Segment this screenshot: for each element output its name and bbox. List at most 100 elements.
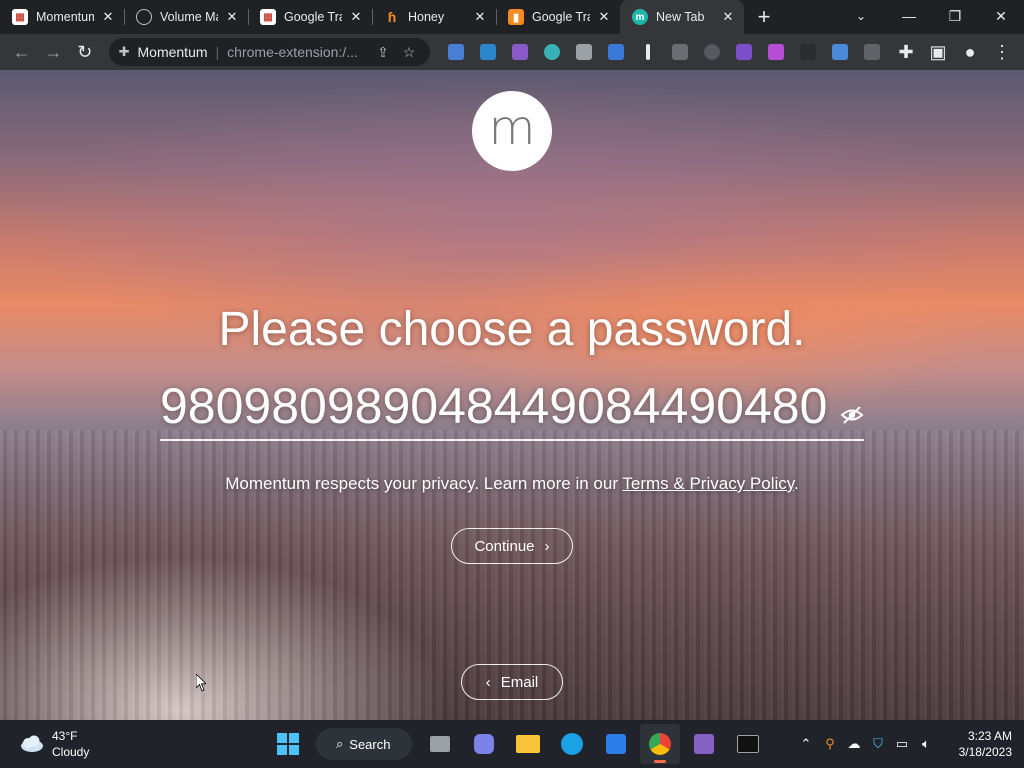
chrome-icon[interactable] [640,724,680,764]
tab-title: Volume Ma [160,10,218,24]
translate-extension-icon[interactable] [442,38,470,66]
slides-favicon-icon: ▮ [508,9,524,25]
clock-time: 3:23 AM [967,729,1012,743]
visual-studio-icon[interactable] [684,724,724,764]
momentum-favicon-icon: m [632,9,648,25]
tab-close-icon[interactable]: ✕ [720,9,736,25]
site-name: Momentum [137,44,208,60]
search-icon: ⌕ [336,736,344,751]
share-icon[interactable]: ⇪ [370,44,396,61]
reload-button[interactable]: ↻ [69,36,101,68]
extension-icon[interactable] [474,38,502,66]
search-app-icon[interactable]: ⚲ [818,736,842,752]
tab-close-icon[interactable]: ✕ [596,9,612,25]
new-tab-button[interactable]: + [744,0,784,34]
url-text: chrome-extension:/... [227,44,358,60]
cloud-icon [21,735,43,752]
browser-tab-active[interactable]: m New Tab ✕ [620,0,744,34]
privacy-policy-link[interactable]: Terms & Privacy Policy [622,474,794,493]
weather-condition: Cloudy [52,745,90,759]
tab-title: Google Tra [284,10,342,24]
privacy-text: Momentum respects your privacy. Learn mo… [225,474,618,493]
tab-title: Momentum [36,10,94,24]
windows-taskbar: 43°F Cloudy ⌕ Search ⌃ ⚲ ☁ ⛉ ▭ 🔈︎ 3:23 A… [0,720,1024,768]
password-input[interactable] [160,375,830,437]
back-to-email-button[interactable]: ‹ Email [461,664,563,700]
clock-date: 3/18/2023 [958,745,1012,759]
minimize-button[interactable]: — [886,0,932,32]
volume-icon[interactable]: 🔈︎ [914,736,938,752]
translate-favicon-icon: ▦ [260,9,276,25]
forward-button[interactable]: → [38,36,70,68]
terminal-icon[interactable] [728,724,768,764]
clock[interactable]: 3:23 AM 3/18/2023 [948,728,1012,760]
extension-icon[interactable] [506,38,534,66]
security-shield-icon[interactable]: ⛉ [866,736,890,752]
microsoft-store-icon[interactable] [596,724,636,764]
tab-title: New Tab [656,10,705,24]
page-heading: Please choose a password. [218,303,806,356]
tab-close-icon[interactable]: ✕ [472,9,488,25]
tab-title: Google Tra [532,10,590,24]
honey-favicon-icon: ɦ [387,9,397,25]
info-extension-icon[interactable] [634,38,662,66]
privacy-notice: Momentum respects your privacy. Learn mo… [0,474,1024,494]
tab-close-icon[interactable]: ✕ [100,9,116,25]
email-label: Email [500,673,539,691]
extension-icon[interactable] [730,38,758,66]
bookmark-star-icon[interactable]: ☆ [396,44,422,61]
windows-logo-icon [277,733,299,755]
tab-title: Honey [408,10,445,24]
chevron-up-icon[interactable]: ⌃ [794,736,818,752]
extension-icon[interactable] [858,38,886,66]
extension-icon[interactable] [762,38,790,66]
onedrive-icon[interactable]: ☁ [842,736,866,752]
momentum-page: m Please choose a password. Momentum res… [0,70,1024,720]
tab-close-icon[interactable]: ✕ [348,9,364,25]
hide-password-icon[interactable] [840,405,864,425]
puzzle-icon: ✚ [118,44,130,59]
continue-label: Continue [474,537,535,555]
browser-tab[interactable]: ɦ Honey ✕ [372,0,496,34]
system-tray: ⌃ ⚲ ☁ ⛉ ▭ 🔈︎ 3:23 AM 3/18/2023 [794,720,1012,768]
side-panel-icon[interactable]: ▣ [922,36,954,68]
browser-tab[interactable]: ▮ Google Tra ✕ [496,0,620,34]
tab-strip: ▦ Momentum ✕ Volume Ma ✕ ▦ Google Tra ✕ … [0,0,1024,34]
back-button[interactable]: ← [6,36,38,68]
extension-icon[interactable] [794,38,822,66]
extension-icon[interactable] [570,38,598,66]
browser-toolbar: ← → ↻ ✚ Momentum | chrome-extension:/...… [0,34,1024,70]
profile-avatar-icon[interactable]: ● [954,36,986,68]
teams-chat-icon[interactable] [464,724,504,764]
extensions-puzzle-icon[interactable]: ✚ [890,36,922,68]
address-bar[interactable]: ✚ Momentum | chrome-extension:/... ⇪ ☆ [108,38,431,66]
taskbar-search[interactable]: ⌕ Search [316,728,412,760]
continue-button[interactable]: Continue › [451,528,573,564]
close-window-button[interactable]: ✕ [978,0,1024,32]
extension-icon[interactable] [666,38,694,66]
privacy-end: . [794,474,799,493]
start-button[interactable] [268,724,308,764]
tab-close-icon[interactable]: ✕ [224,9,240,25]
edge-browser-icon[interactable] [552,724,592,764]
weather-temperature: 43°F [52,729,78,743]
chevron-left-icon: ‹ [485,673,491,691]
menu-kebab-icon[interactable]: ⋮ [986,36,1018,68]
speaker-extension-icon[interactable] [538,38,566,66]
extension-icons [442,38,890,66]
network-icon[interactable]: ▭ [890,736,914,752]
extension-icon[interactable] [602,38,630,66]
file-explorer-icon[interactable] [508,724,548,764]
momentum-favicon-icon: ▦ [12,9,28,25]
task-view-icon[interactable] [420,724,460,764]
browser-tab[interactable]: ▦ Google Tra ✕ [248,0,372,34]
extension-icon[interactable] [826,38,854,66]
extension-icon[interactable] [698,38,726,66]
chevron-right-icon: › [544,537,550,555]
browser-tab[interactable]: Volume Ma ✕ [124,0,248,34]
browser-tab[interactable]: ▦ Momentum ✕ [0,0,124,34]
tab-search-icon[interactable]: ⌄ [846,0,876,32]
mouse-pointer-icon [196,674,206,692]
restore-button[interactable]: ❐ [932,0,978,32]
weather-widget[interactable]: 43°F Cloudy [0,728,200,760]
